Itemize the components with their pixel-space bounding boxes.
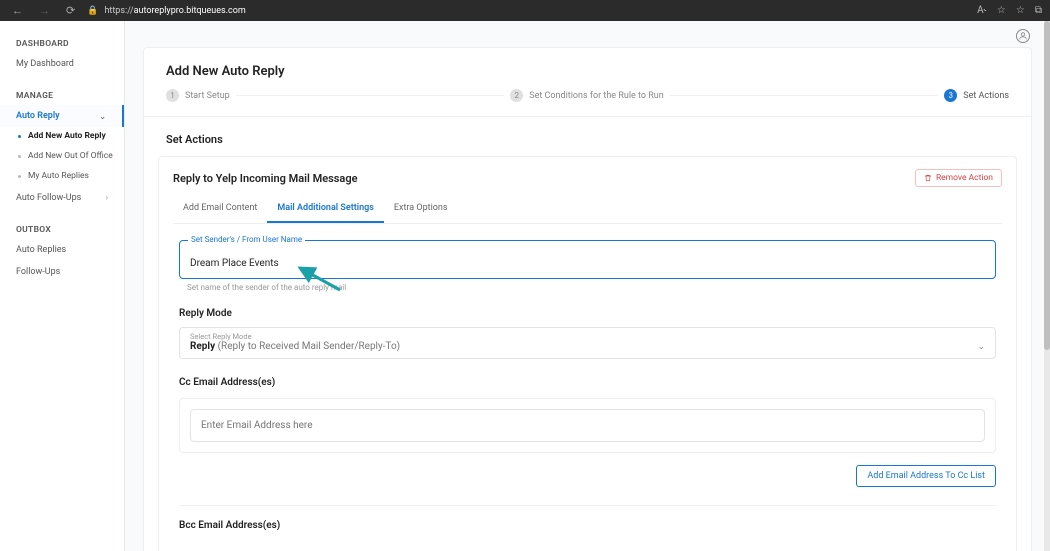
chevron-down-icon: ⌄: [99, 112, 106, 121]
user-avatar-icon[interactable]: [1016, 29, 1030, 43]
remove-action-label: Remove Action: [936, 173, 993, 183]
main-content: Add New Auto Reply 1 Start Setup 2 Set C…: [125, 21, 1050, 551]
sidebar-sub-add-new-auto-reply[interactable]: Add New Auto Reply: [0, 127, 124, 147]
section-title: Set Actions: [144, 117, 1031, 156]
vertical-scrollbar[interactable]: [1044, 21, 1050, 551]
sidebar-item-label: Follow-Ups: [16, 267, 60, 277]
sidebar-item-label: Auto Reply: [16, 111, 60, 121]
step-set-conditions[interactable]: 2 Set Conditions for the Rule to Run: [510, 89, 663, 102]
sidebar-item-my-dashboard[interactable]: My Dashboard: [0, 53, 124, 75]
browser-right-icons: A˞ ☆ ☆ ⧉: [977, 5, 1042, 16]
stepper: 1 Start Setup 2 Set Conditions for the R…: [144, 89, 1031, 117]
step-label: Set Conditions for the Rule to Run: [529, 91, 663, 101]
chevron-right-icon: ›: [106, 193, 108, 202]
scrollbar-thumb[interactable]: [1044, 21, 1050, 350]
url-text: https://autoreplypro.bitqueues.com: [104, 6, 245, 16]
step-connector: [236, 95, 505, 96]
tabs: Add Email Content Mail Additional Settin…: [173, 195, 1002, 224]
sidebar-sub-label: Add New Out Of Office: [28, 151, 113, 161]
page-title: Add New Auto Reply: [144, 48, 1031, 89]
page-card: Add New Auto Reply 1 Start Setup 2 Set C…: [143, 47, 1032, 551]
url-domain: autoreplypro.bitqueues.com: [134, 6, 246, 16]
section-divider: [179, 505, 996, 506]
step-label: Set Actions: [963, 91, 1009, 101]
step-number: 2: [510, 89, 523, 102]
sidebar-item-auto-reply[interactable]: Auto Reply ⌄: [0, 105, 124, 127]
sidebar-item-outbox-follow-ups[interactable]: Follow-Ups: [0, 261, 124, 283]
sidebar-item-label: Auto Replies: [16, 245, 66, 255]
action-card: Reply to Yelp Incoming Mail Message Remo…: [158, 156, 1017, 551]
step-number: 1: [166, 89, 179, 102]
sidebar: DASHBOARD My Dashboard MANAGE Auto Reply…: [0, 21, 125, 551]
bcc-label: Bcc Email Address(es): [179, 520, 996, 531]
action-title: Reply to Yelp Incoming Mail Message: [173, 172, 358, 185]
sender-name-input[interactable]: [190, 258, 985, 269]
sidebar-heading-outbox: OUTBOX: [0, 219, 124, 239]
sidebar-item-outbox-auto-replies[interactable]: Auto Replies: [0, 239, 124, 261]
trash-icon: [924, 174, 932, 182]
chevron-down-icon: ⌄: [977, 342, 985, 352]
forward-icon: →: [35, 4, 54, 17]
sidebar-heading-dashboard: DASHBOARD: [0, 33, 124, 53]
tab-add-email-content[interactable]: Add Email Content: [173, 195, 267, 223]
reply-mode-select[interactable]: Select Reply Mode Reply (Reply to Receiv…: [179, 327, 996, 359]
step-connector: [670, 95, 939, 96]
step-set-actions[interactable]: 3 Set Actions: [944, 89, 1009, 102]
add-cc-button[interactable]: Add Email Address To Cc List: [856, 465, 996, 487]
favorites-icon[interactable]: ☆: [1016, 5, 1025, 16]
sender-input-label: Set Sender's / From User Name: [188, 235, 305, 244]
sender-help-text: Set name of the sender of the auto reply…: [187, 283, 996, 292]
collections-icon[interactable]: ⧉: [1035, 5, 1042, 16]
sidebar-item-auto-follow-ups[interactable]: Auto Follow-Ups ›: [0, 187, 124, 209]
sidebar-sub-label: My Auto Replies: [28, 171, 89, 181]
cc-label: Cc Email Address(es): [179, 377, 996, 388]
back-icon[interactable]: ←: [8, 4, 27, 17]
sidebar-item-label: My Dashboard: [16, 59, 74, 69]
lock-icon: 🔒: [87, 6, 98, 16]
tab-extra-options[interactable]: Extra Options: [384, 195, 458, 223]
address-bar[interactable]: 🔒 https://autoreplypro.bitqueues.com: [87, 6, 969, 16]
step-number: 3: [944, 89, 957, 102]
step-start-setup[interactable]: 1 Start Setup: [166, 89, 230, 102]
sidebar-heading-manage: MANAGE: [0, 85, 124, 105]
refresh-icon[interactable]: ⟳: [62, 4, 79, 17]
cc-address-box: [179, 398, 996, 453]
cc-email-input[interactable]: [190, 409, 985, 442]
sender-name-field: Set Sender's / From User Name Set name o…: [179, 240, 996, 292]
text-size-icon[interactable]: A˞: [977, 5, 987, 16]
sidebar-sub-my-auto-replies[interactable]: My Auto Replies: [0, 167, 124, 187]
reply-mode-label: Reply Mode: [179, 308, 996, 319]
favorites-star-icon[interactable]: ☆: [997, 5, 1006, 16]
url-scheme: https://: [104, 6, 133, 16]
remove-action-button[interactable]: Remove Action: [915, 169, 1002, 187]
step-label: Start Setup: [185, 91, 230, 101]
select-floating-label: Select Reply Mode: [190, 332, 252, 341]
sidebar-sub-add-new-ooo[interactable]: Add New Out Of Office: [0, 147, 124, 167]
sidebar-item-label: Auto Follow-Ups: [16, 193, 81, 203]
tab-mail-additional-settings[interactable]: Mail Additional Settings: [267, 195, 384, 223]
sender-input-wrapper[interactable]: Set Sender's / From User Name: [179, 240, 996, 279]
sidebar-sub-label: Add New Auto Reply: [28, 131, 106, 141]
select-value: Reply (Reply to Received Mail Sender/Rep…: [190, 341, 400, 352]
browser-toolbar: ← → ⟳ 🔒 https://autoreplypro.bitqueues.c…: [0, 0, 1050, 21]
